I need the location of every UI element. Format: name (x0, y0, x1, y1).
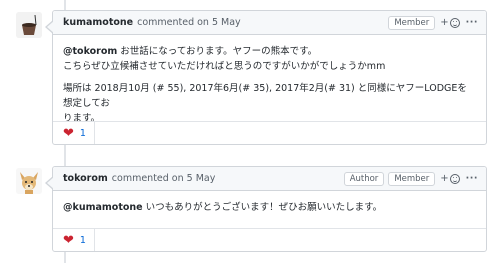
member-badge: Member (388, 171, 436, 186)
comment-timestamp[interactable]: commented on 5 May (137, 17, 241, 28)
comment-kumamotone: kumamotone commented on 5 May Member + ·… (45, 10, 487, 145)
reaction-count: 1 (79, 127, 86, 139)
comment-timestamp[interactable]: commented on 5 May (112, 173, 216, 184)
comment-body: @tokorom お世話になっております。ヤフーの熊本です。 こちらぜひ立候補さ… (53, 35, 486, 126)
comment-body: @kumamotone いつもありがとうございます！ぜひお願いいたします。 (53, 191, 486, 215)
avatar-tokorom[interactable] (16, 168, 42, 194)
smiley-icon (449, 173, 460, 184)
plus-label: + (440, 17, 449, 28)
comment-author[interactable]: tokorom (63, 173, 108, 184)
add-reaction-button[interactable]: + (440, 17, 460, 28)
body-text: 場所は 2018月10月 (# 55), 2017年6月(# 35), 2017… (63, 83, 467, 109)
add-reaction-button[interactable]: + (440, 173, 460, 184)
comment-header: kumamotone commented on 5 May Member + ·… (53, 11, 486, 35)
member-badge: Member (388, 15, 436, 30)
author-badge: Author (343, 171, 385, 186)
more-options-icon[interactable]: ··· (466, 17, 478, 28)
heart-icon: ❤ (63, 232, 74, 248)
heart-reaction[interactable]: ❤ 1 (53, 122, 95, 144)
avatar-kumamotone[interactable] (16, 12, 42, 38)
plus-label: + (440, 173, 449, 184)
mention-link[interactable]: @tokorom (63, 46, 117, 57)
dog-icon (16, 168, 42, 194)
heart-icon: ❤ (63, 125, 74, 141)
cup-icon (16, 12, 42, 38)
comment-author[interactable]: kumamotone (63, 17, 133, 28)
reaction-count: 1 (79, 234, 86, 246)
reactions-bar: ❤ 1 (53, 228, 486, 251)
mention-link[interactable]: @kumamotone (63, 202, 143, 213)
body-text: お世話になっております。ヤフーの熊本です。 (117, 46, 318, 57)
body-text: こちらぜひ立候補させていただければと思うのですがいかがでしょうかmm (63, 61, 386, 72)
comment-header: tokorom commented on 5 May Author Member… (53, 167, 486, 191)
heart-reaction[interactable]: ❤ 1 (53, 229, 95, 251)
smiley-icon (449, 17, 460, 28)
reactions-bar: ❤ 1 (53, 121, 486, 144)
more-options-icon[interactable]: ··· (466, 173, 478, 184)
comment-tokorom: tokorom commented on 5 May Author Member… (45, 166, 487, 252)
body-text: いつもありがとうございます！ぜひお願いいたします。 (142, 202, 383, 213)
